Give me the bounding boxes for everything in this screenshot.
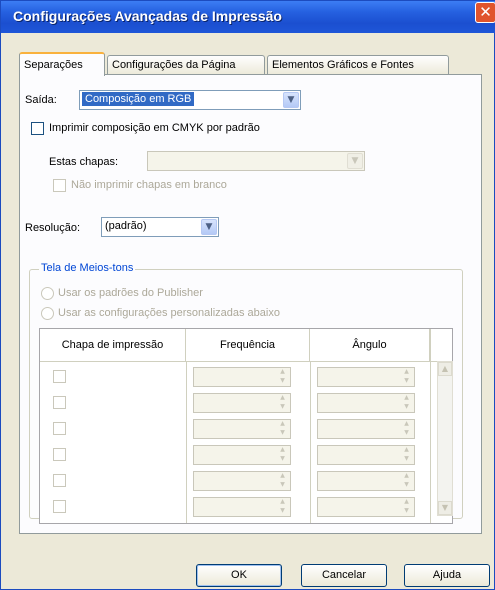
spin-up-icon[interactable]: ▲ bbox=[401, 472, 412, 480]
output-label: Saída: bbox=[25, 94, 57, 106]
angle-spinner[interactable]: ▲ ▼ bbox=[317, 445, 415, 465]
chevron-down-icon[interactable]: ▼ bbox=[283, 92, 299, 108]
frequency-spinner[interactable]: ▲ ▼ bbox=[193, 419, 291, 439]
angle-spinner[interactable]: ▲ ▼ bbox=[317, 393, 415, 413]
frequency-spinner[interactable]: ▲ ▼ bbox=[193, 445, 291, 465]
table-row-checkbox[interactable] bbox=[53, 370, 66, 383]
table-row-checkbox[interactable] bbox=[53, 448, 66, 461]
table-row-checkbox[interactable] bbox=[53, 422, 66, 435]
close-icon: ✕ bbox=[479, 3, 492, 21]
scroll-down-icon[interactable]: ▼ bbox=[438, 501, 452, 515]
spin-up-icon[interactable]: ▲ bbox=[277, 368, 288, 376]
tab-page-settings-label: Configurações da Página bbox=[112, 59, 236, 71]
cancel-button[interactable]: Cancelar bbox=[301, 564, 387, 587]
table-row-checkbox[interactable] bbox=[53, 500, 66, 513]
dialog-title: Configurações Avançadas de Impressão bbox=[13, 8, 282, 24]
angle-spinner[interactable]: ▲ ▼ bbox=[317, 419, 415, 439]
cmyk-checkbox[interactable] bbox=[31, 122, 44, 135]
output-select[interactable]: Composição em RGB ▼ bbox=[79, 90, 301, 110]
frequency-spinner[interactable]: ▲ ▼ bbox=[193, 367, 291, 387]
table-scrollbar[interactable]: ▲ ▼ bbox=[437, 361, 453, 516]
column-header-plate: Chapa de impressão bbox=[40, 329, 186, 361]
column-divider bbox=[310, 361, 311, 523]
print-settings-dialog: Configurações Avançadas de Impressão ✕ S… bbox=[0, 0, 495, 590]
spin-down-icon[interactable]: ▼ bbox=[401, 455, 412, 463]
frequency-spinner[interactable]: ▲ ▼ bbox=[193, 471, 291, 491]
spin-up-icon[interactable]: ▲ bbox=[277, 498, 288, 506]
spin-down-icon[interactable]: ▼ bbox=[401, 481, 412, 489]
spin-up-icon[interactable]: ▲ bbox=[401, 394, 412, 402]
spin-up-icon[interactable]: ▲ bbox=[401, 446, 412, 454]
ok-button[interactable]: OK bbox=[196, 564, 282, 587]
spin-down-icon[interactable]: ▼ bbox=[277, 429, 288, 437]
radio-custom-settings-label: Usar as configurações personalizadas aba… bbox=[58, 307, 280, 319]
radio-publisher-defaults-label: Usar os padrões do Publisher bbox=[58, 287, 203, 299]
plates-select[interactable]: ▼ bbox=[147, 151, 365, 171]
column-header-frequency: Frequência bbox=[186, 329, 310, 361]
chevron-down-icon[interactable]: ▼ bbox=[201, 219, 217, 235]
column-header-angle: Ângulo bbox=[310, 329, 430, 361]
angle-spinner[interactable]: ▲ ▼ bbox=[317, 367, 415, 387]
help-button[interactable]: Ajuda bbox=[404, 564, 490, 587]
spin-up-icon[interactable]: ▲ bbox=[401, 420, 412, 428]
radio-publisher-defaults[interactable] bbox=[41, 287, 54, 300]
column-divider bbox=[186, 361, 187, 523]
tab-page-settings[interactable]: Configurações da Página bbox=[107, 55, 265, 75]
output-select-value: Composição em RGB bbox=[82, 92, 195, 106]
column-divider bbox=[430, 329, 431, 523]
scroll-up-icon[interactable]: ▲ bbox=[438, 362, 452, 376]
table-row-checkbox[interactable] bbox=[53, 396, 66, 409]
spin-up-icon[interactable]: ▲ bbox=[277, 394, 288, 402]
frequency-spinner[interactable]: ▲ ▼ bbox=[193, 497, 291, 517]
tab-graphics-fonts[interactable]: Elementos Gráficos e Fontes bbox=[267, 55, 449, 75]
resolution-select[interactable]: (padrão) ▼ bbox=[101, 217, 219, 237]
cmyk-checkbox-label: Imprimir composição em CMYK por padrão bbox=[49, 122, 260, 134]
header-divider bbox=[40, 361, 452, 362]
close-button[interactable]: ✕ bbox=[475, 2, 495, 23]
spin-down-icon[interactable]: ▼ bbox=[401, 429, 412, 437]
angle-spinner[interactable]: ▲ ▼ bbox=[317, 471, 415, 491]
chevron-down-icon[interactable]: ▼ bbox=[347, 153, 363, 169]
plates-label: Estas chapas: bbox=[49, 156, 119, 168]
spin-down-icon[interactable]: ▼ bbox=[401, 403, 412, 411]
blank-plates-label: Não imprimir chapas em branco bbox=[71, 179, 227, 191]
spin-up-icon[interactable]: ▲ bbox=[277, 446, 288, 454]
halftone-group-title: Tela de Meios-tons bbox=[39, 262, 136, 274]
spin-up-icon[interactable]: ▲ bbox=[277, 472, 288, 480]
spin-down-icon[interactable]: ▼ bbox=[401, 507, 412, 515]
tab-separations[interactable]: Separações bbox=[19, 52, 105, 76]
spin-down-icon[interactable]: ▼ bbox=[277, 455, 288, 463]
blank-plates-checkbox[interactable] bbox=[53, 179, 66, 192]
resolution-label: Resolução: bbox=[25, 222, 81, 234]
spin-down-icon[interactable]: ▼ bbox=[277, 403, 288, 411]
spin-up-icon[interactable]: ▲ bbox=[277, 420, 288, 428]
spin-down-icon[interactable]: ▼ bbox=[277, 481, 288, 489]
angle-spinner[interactable]: ▲ ▼ bbox=[317, 497, 415, 517]
spin-down-icon[interactable]: ▼ bbox=[277, 507, 288, 515]
tab-graphics-fonts-label: Elementos Gráficos e Fontes bbox=[272, 59, 414, 71]
spin-up-icon[interactable]: ▲ bbox=[401, 498, 412, 506]
frequency-spinner[interactable]: ▲ ▼ bbox=[193, 393, 291, 413]
resolution-select-value: (padrão) bbox=[105, 220, 147, 232]
spin-down-icon[interactable]: ▼ bbox=[401, 377, 412, 385]
tab-separations-label: Separações bbox=[24, 59, 83, 71]
title-bar[interactable]: Configurações Avançadas de Impressão ✕ bbox=[1, 1, 495, 33]
table-row-checkbox[interactable] bbox=[53, 474, 66, 487]
spin-up-icon[interactable]: ▲ bbox=[401, 368, 412, 376]
spin-down-icon[interactable]: ▼ bbox=[277, 377, 288, 385]
radio-custom-settings[interactable] bbox=[41, 307, 54, 320]
